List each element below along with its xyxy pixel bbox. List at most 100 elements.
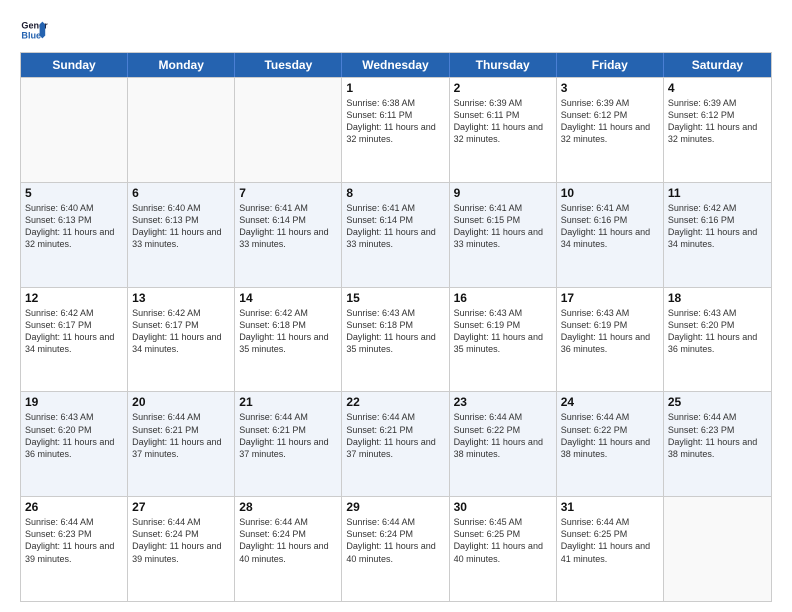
cell-info: Sunrise: 6:44 AM Sunset: 6:22 PM Dayligh… (454, 411, 552, 460)
cell-info: Sunrise: 6:43 AM Sunset: 6:19 PM Dayligh… (561, 307, 659, 356)
day-cell-16: 16 Sunrise: 6:43 AM Sunset: 6:19 PM Dayli… (450, 288, 557, 392)
logo: General Blue (20, 16, 52, 44)
header-day-friday: Friday (557, 53, 664, 77)
day-cell-23: 23 Sunrise: 6:44 AM Sunset: 6:22 PM Dayli… (450, 392, 557, 496)
day-number: 31 (561, 500, 659, 514)
day-cell-5: 5 Sunrise: 6:40 AM Sunset: 6:13 PM Daylig… (21, 183, 128, 287)
header-day-tuesday: Tuesday (235, 53, 342, 77)
day-cell-31: 31Sunrise: 6:44 AM Sunset: 6:25 PM Dayli… (557, 497, 664, 601)
header-day-thursday: Thursday (450, 53, 557, 77)
day-cell-15: 15 Sunrise: 6:43 AM Sunset: 6:18 PM Dayli… (342, 288, 449, 392)
cell-info: Sunrise: 6:43 AM Sunset: 6:20 PM Dayligh… (25, 411, 123, 460)
day-cell-19: 19 Sunrise: 6:43 AM Sunset: 6:20 PM Dayli… (21, 392, 128, 496)
header: General Blue (20, 16, 772, 44)
day-number: 15 (346, 291, 444, 305)
day-number: 13 (132, 291, 230, 305)
cell-info: Sunrise: 6:45 AM Sunset: 6:25 PM Dayligh… (454, 516, 552, 565)
day-number: 8 (346, 186, 444, 200)
day-cell-3: 3 Sunrise: 6:39 AM Sunset: 6:12 PM Daylig… (557, 78, 664, 182)
day-cell-18: 18Sunrise: 6:43 AM Sunset: 6:20 PM Dayli… (664, 288, 771, 392)
day-number: 21 (239, 395, 337, 409)
page: General Blue SundayMondayTuesdayWednesda… (0, 0, 792, 612)
calendar-body: 1 Sunrise: 6:38 AM Sunset: 6:11 PM Daylig… (21, 77, 771, 601)
day-cell-28: 28 Sunrise: 6:44 AM Sunset: 6:24 PM Dayli… (235, 497, 342, 601)
day-cell-14: 14 Sunrise: 6:42 AM Sunset: 6:18 PM Dayli… (235, 288, 342, 392)
cell-info: Sunrise: 6:44 AM Sunset: 6:24 PM Dayligh… (239, 516, 337, 565)
cell-info: Sunrise: 6:40 AM Sunset: 6:13 PM Dayligh… (132, 202, 230, 251)
cell-info: Sunrise: 6:39 AM Sunset: 6:12 PM Dayligh… (561, 97, 659, 146)
cell-info: Sunrise: 6:40 AM Sunset: 6:13 PM Dayligh… (25, 202, 123, 251)
day-number: 26 (25, 500, 123, 514)
day-cell-25: 25 Sunrise: 6:44 AM Sunset: 6:23 PM Dayli… (664, 392, 771, 496)
day-cell-9: 9Sunrise: 6:41 AM Sunset: 6:15 PM Daylig… (450, 183, 557, 287)
day-cell-21: 21Sunrise: 6:44 AM Sunset: 6:21 PM Dayli… (235, 392, 342, 496)
cell-info: Sunrise: 6:44 AM Sunset: 6:23 PM Dayligh… (668, 411, 767, 460)
cell-info: Sunrise: 6:44 AM Sunset: 6:24 PM Dayligh… (132, 516, 230, 565)
calendar: SundayMondayTuesdayWednesdayThursdayFrid… (20, 52, 772, 602)
day-number: 16 (454, 291, 552, 305)
day-number: 3 (561, 81, 659, 95)
day-number: 27 (132, 500, 230, 514)
cell-info: Sunrise: 6:44 AM Sunset: 6:22 PM Dayligh… (561, 411, 659, 460)
day-number: 29 (346, 500, 444, 514)
header-day-wednesday: Wednesday (342, 53, 449, 77)
day-number: 23 (454, 395, 552, 409)
day-number: 19 (25, 395, 123, 409)
day-number: 30 (454, 500, 552, 514)
day-cell-11: 11Sunrise: 6:42 AM Sunset: 6:16 PM Dayli… (664, 183, 771, 287)
day-cell-27: 27 Sunrise: 6:44 AM Sunset: 6:24 PM Dayli… (128, 497, 235, 601)
day-cell-2: 2Sunrise: 6:39 AM Sunset: 6:11 PM Daylig… (450, 78, 557, 182)
day-number: 6 (132, 186, 230, 200)
day-number: 4 (668, 81, 767, 95)
empty-cell (128, 78, 235, 182)
day-number: 22 (346, 395, 444, 409)
cell-info: Sunrise: 6:39 AM Sunset: 6:11 PM Dayligh… (454, 97, 552, 146)
day-number: 12 (25, 291, 123, 305)
day-cell-4: 4 Sunrise: 6:39 AM Sunset: 6:12 PM Daylig… (664, 78, 771, 182)
day-cell-7: 7 Sunrise: 6:41 AM Sunset: 6:14 PM Daylig… (235, 183, 342, 287)
cell-info: Sunrise: 6:43 AM Sunset: 6:18 PM Dayligh… (346, 307, 444, 356)
day-cell-20: 20 Sunrise: 6:44 AM Sunset: 6:21 PM Dayli… (128, 392, 235, 496)
day-number: 28 (239, 500, 337, 514)
day-cell-24: 24Sunrise: 6:44 AM Sunset: 6:22 PM Dayli… (557, 392, 664, 496)
calendar-row-2: 5 Sunrise: 6:40 AM Sunset: 6:13 PM Daylig… (21, 182, 771, 287)
day-cell-29: 29Sunrise: 6:44 AM Sunset: 6:24 PM Dayli… (342, 497, 449, 601)
calendar-header-row: SundayMondayTuesdayWednesdayThursdayFrid… (21, 53, 771, 77)
day-cell-30: 30 Sunrise: 6:45 AM Sunset: 6:25 PM Dayli… (450, 497, 557, 601)
day-number: 17 (561, 291, 659, 305)
day-number: 20 (132, 395, 230, 409)
day-cell-26: 26 Sunrise: 6:44 AM Sunset: 6:23 PM Dayli… (21, 497, 128, 601)
day-number: 5 (25, 186, 123, 200)
day-cell-1: 1 Sunrise: 6:38 AM Sunset: 6:11 PM Daylig… (342, 78, 449, 182)
day-cell-17: 17 Sunrise: 6:43 AM Sunset: 6:19 PM Dayli… (557, 288, 664, 392)
cell-info: Sunrise: 6:39 AM Sunset: 6:12 PM Dayligh… (668, 97, 767, 146)
cell-info: Sunrise: 6:43 AM Sunset: 6:19 PM Dayligh… (454, 307, 552, 356)
cell-info: Sunrise: 6:42 AM Sunset: 6:18 PM Dayligh… (239, 307, 337, 356)
day-number: 1 (346, 81, 444, 95)
day-cell-8: 8 Sunrise: 6:41 AM Sunset: 6:14 PM Daylig… (342, 183, 449, 287)
calendar-row-3: 12 Sunrise: 6:42 AM Sunset: 6:17 PM Dayli… (21, 287, 771, 392)
cell-info: Sunrise: 6:42 AM Sunset: 6:16 PM Dayligh… (668, 202, 767, 251)
header-day-saturday: Saturday (664, 53, 771, 77)
header-day-monday: Monday (128, 53, 235, 77)
day-cell-10: 10Sunrise: 6:41 AM Sunset: 6:16 PM Dayli… (557, 183, 664, 287)
empty-cell (235, 78, 342, 182)
day-cell-13: 13 Sunrise: 6:42 AM Sunset: 6:17 PM Dayli… (128, 288, 235, 392)
svg-text:Blue: Blue (21, 30, 41, 40)
cell-info: Sunrise: 6:41 AM Sunset: 6:14 PM Dayligh… (346, 202, 444, 251)
day-number: 25 (668, 395, 767, 409)
day-cell-22: 22Sunrise: 6:44 AM Sunset: 6:21 PM Dayli… (342, 392, 449, 496)
general-blue-logo-icon: General Blue (20, 16, 48, 44)
calendar-row-1: 1 Sunrise: 6:38 AM Sunset: 6:11 PM Daylig… (21, 77, 771, 182)
day-number: 7 (239, 186, 337, 200)
cell-info: Sunrise: 6:44 AM Sunset: 6:21 PM Dayligh… (132, 411, 230, 460)
header-day-sunday: Sunday (21, 53, 128, 77)
day-number: 10 (561, 186, 659, 200)
day-number: 9 (454, 186, 552, 200)
day-number: 14 (239, 291, 337, 305)
cell-info: Sunrise: 6:38 AM Sunset: 6:11 PM Dayligh… (346, 97, 444, 146)
cell-info: Sunrise: 6:41 AM Sunset: 6:14 PM Dayligh… (239, 202, 337, 251)
cell-info: Sunrise: 6:44 AM Sunset: 6:23 PM Dayligh… (25, 516, 123, 565)
calendar-row-4: 19 Sunrise: 6:43 AM Sunset: 6:20 PM Dayli… (21, 391, 771, 496)
cell-info: Sunrise: 6:42 AM Sunset: 6:17 PM Dayligh… (132, 307, 230, 356)
